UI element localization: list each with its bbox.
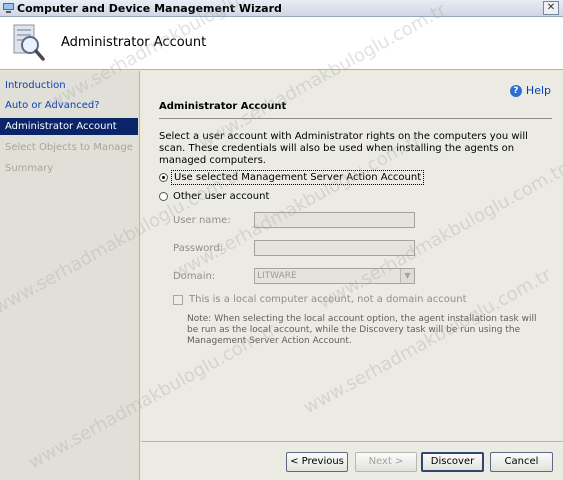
wizard-header: Administrator Account <box>0 17 563 70</box>
window-title: Computer and Device Management Wizard <box>17 2 282 15</box>
domain-select[interactable]: LITWARE ▼ <box>254 268 415 284</box>
previous-button[interactable]: < Previous <box>286 452 348 472</box>
cancel-button[interactable]: Cancel <box>490 452 553 472</box>
section-title: Administrator Account <box>159 101 287 112</box>
nav-item-administrator-account[interactable]: Administrator Account <box>0 118 138 135</box>
username-label: User name: <box>173 215 231 226</box>
discover-button[interactable]: Discover <box>421 452 484 472</box>
main-panel: ? Help Administrator Account Select a us… <box>141 71 563 441</box>
local-account-checkbox-row[interactable]: This is a local computer account, not a … <box>173 294 467 305</box>
app-icon <box>3 3 14 13</box>
next-button[interactable]: Next > <box>355 452 417 472</box>
username-input[interactable] <box>254 212 415 228</box>
password-label: Password: <box>173 243 224 254</box>
radio-button[interactable] <box>159 192 168 201</box>
wizard-steps-nav: Introduction Auto or Advanced? Administr… <box>0 71 140 480</box>
button-bar: < Previous Next > Discover Cancel <box>141 441 563 480</box>
page-title: Administrator Account <box>61 35 207 50</box>
magnifier-computer-icon <box>13 24 45 61</box>
radio-button-checked[interactable] <box>159 173 168 182</box>
help-label: Help <box>525 84 551 97</box>
nav-item-select-objects: Select Objects to Manage <box>5 142 133 153</box>
local-account-label: This is a local computer account, not a … <box>189 294 467 305</box>
help-link[interactable]: ? Help <box>509 84 551 97</box>
nav-item-auto-or-advanced[interactable]: Auto or Advanced? <box>0 97 138 114</box>
note-text: Note: When selecting the local account o… <box>187 314 537 346</box>
radio-action-account-label: Use selected Management Server Action Ac… <box>170 170 425 185</box>
chevron-down-icon[interactable]: ▼ <box>400 269 414 283</box>
section-divider <box>159 118 552 119</box>
password-input[interactable] <box>254 240 415 256</box>
radio-other-account[interactable]: Other user account <box>159 191 269 202</box>
domain-label: Domain: <box>173 271 216 282</box>
radio-other-account-label: Other user account <box>173 191 270 202</box>
nav-item-summary: Summary <box>5 163 54 174</box>
radio-action-account[interactable]: Use selected Management Server Action Ac… <box>159 170 425 185</box>
domain-value: LITWARE <box>257 271 297 281</box>
description-text: Select a user account with Administrator… <box>159 131 528 166</box>
nav-item-introduction[interactable]: Introduction <box>0 77 138 94</box>
help-icon: ? <box>509 84 522 97</box>
close-button[interactable]: ✕ <box>543 1 559 15</box>
local-account-checkbox[interactable] <box>173 294 183 305</box>
title-bar: Computer and Device Management Wizard ✕ <box>0 0 563 17</box>
